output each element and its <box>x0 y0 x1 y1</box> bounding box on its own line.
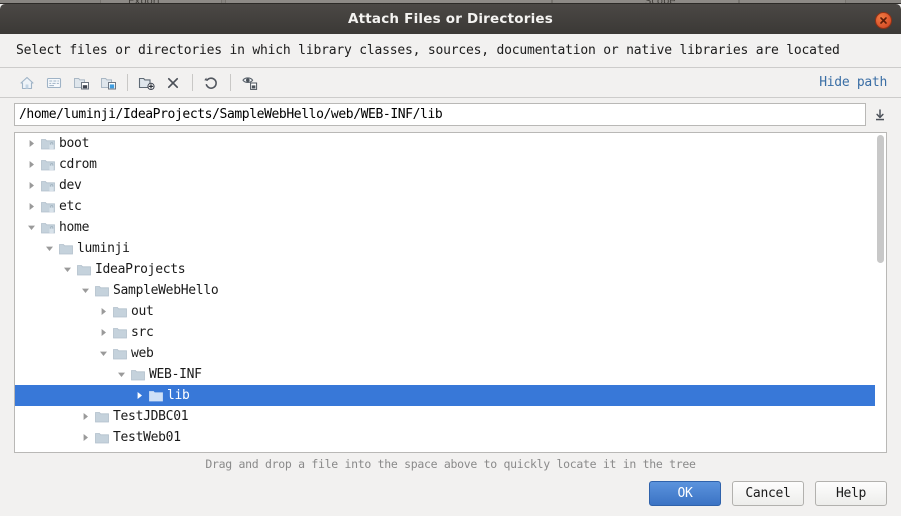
attach-files-dialog: Attach Files or Directories Select files… <box>0 4 901 516</box>
tree-node-label: TestWeb01 <box>113 430 181 445</box>
tree-node-testweb01[interactable]: TestWeb01 <box>15 427 886 448</box>
tree-node-cdrom[interactable]: cdrom <box>15 154 886 175</box>
tree-node-label: web <box>131 346 154 361</box>
module-folder-icon[interactable] <box>95 72 121 94</box>
chevron-right-icon[interactable] <box>59 448 75 452</box>
chevron-right-icon[interactable] <box>23 196 39 217</box>
chevron-right-icon[interactable] <box>95 301 111 322</box>
file-chooser-toolbar: Hide path <box>0 67 901 98</box>
chevron-down-icon[interactable] <box>113 364 129 385</box>
chevron-right-icon[interactable] <box>131 385 147 406</box>
drag-drop-hint-row: Drag and drop a file into the space abov… <box>14 453 887 475</box>
folder-icon <box>93 280 111 301</box>
path-row <box>0 98 901 131</box>
locked-folder-icon <box>39 175 57 196</box>
folder-icon <box>129 364 147 385</box>
tree-node-label: src <box>131 325 154 340</box>
chevron-right-icon[interactable] <box>77 406 93 427</box>
new-folder-icon[interactable] <box>133 72 159 94</box>
tree-node-src[interactable]: src <box>15 322 886 343</box>
chevron-right-icon[interactable] <box>23 154 39 175</box>
chevron-down-icon[interactable] <box>59 259 75 280</box>
dialog-title: Attach Files or Directories <box>347 11 554 27</box>
folder-icon <box>111 322 129 343</box>
folder-icon <box>93 406 111 427</box>
tree-node-dev[interactable]: dev <box>15 175 886 196</box>
cancel-button[interactable]: Cancel <box>732 481 804 506</box>
chevron-right-icon[interactable] <box>77 427 93 448</box>
directory-tree[interactable]: boot cdrom dev etc home luminji IdeaProjects Sa… <box>15 133 886 452</box>
dialog-titlebar: Attach Files or Directories <box>0 4 901 34</box>
folder-icon <box>147 385 165 406</box>
tree-node-label: out <box>131 304 154 319</box>
delete-icon[interactable] <box>160 72 186 94</box>
tree-node-web-inf[interactable]: WEB-INF <box>15 364 886 385</box>
tree-node-label: IdeaProjects <box>95 262 186 277</box>
tree-node-label: cdrom <box>59 157 97 172</box>
ok-button[interactable]: OK <box>649 481 721 506</box>
tree-scrollbar-thumb[interactable] <box>877 135 884 263</box>
refresh-icon[interactable] <box>198 72 224 94</box>
tree-node-label: dev <box>59 178 82 193</box>
locked-folder-icon <box>39 217 57 238</box>
tree-vertical-scrollbar[interactable] <box>875 133 886 452</box>
tree-node-label: TestJDBC01 <box>113 409 189 424</box>
toolbar-separator <box>230 74 231 91</box>
chevron-down-icon[interactable] <box>95 343 111 364</box>
tree-node-testjdbc01[interactable]: TestJDBC01 <box>15 406 886 427</box>
tree-node-etc[interactable]: etc <box>15 196 886 217</box>
tree-node-samplewebhello[interactable]: SampleWebHello <box>15 280 886 301</box>
hide-path-link[interactable]: Hide path <box>819 75 887 90</box>
home-icon[interactable] <box>14 72 40 94</box>
tree-node-label: WEB-INF <box>149 367 202 382</box>
tree-node-boot[interactable]: boot <box>15 133 886 154</box>
directory-tree-panel[interactable]: boot cdrom dev etc home luminji IdeaProjects Sa… <box>14 132 887 453</box>
tree-node-label: SampleWebHello <box>113 283 219 298</box>
chevron-down-icon[interactable] <box>23 217 39 238</box>
help-button[interactable]: Help <box>815 481 887 506</box>
tree-node-lib[interactable]: lib <box>15 385 886 406</box>
locked-folder-icon <box>39 196 57 217</box>
chevron-right-icon[interactable] <box>23 175 39 196</box>
instruction-text: Select files or directories in which lib… <box>0 34 901 67</box>
expand-path-icon[interactable] <box>869 104 891 125</box>
folder-icon <box>75 259 93 280</box>
folder-icon <box>75 448 93 452</box>
chevron-right-icon[interactable] <box>23 133 39 154</box>
desktop-icon[interactable] <box>41 72 67 94</box>
folder-icon <box>93 427 111 448</box>
locked-folder-icon <box>39 133 57 154</box>
tree-node-label: etc <box>59 199 82 214</box>
close-icon[interactable] <box>875 12 892 29</box>
show-hidden-files-icon[interactable] <box>236 72 262 94</box>
chevron-down-icon[interactable] <box>41 238 57 259</box>
tree-node-home[interactable]: home <box>15 217 886 238</box>
drag-drop-hint: Drag and drop a file into the space abov… <box>205 457 696 471</box>
tree-node-javacode[interactable]: javacode <box>15 448 886 452</box>
tree-node-luminji[interactable]: luminji <box>15 238 886 259</box>
tree-node-label: javacode <box>93 451 156 452</box>
tree-node-label: luminji <box>77 241 130 256</box>
locked-folder-icon <box>39 154 57 175</box>
toolbar-separator <box>127 74 128 91</box>
folder-icon <box>111 343 129 364</box>
path-input[interactable] <box>14 103 866 126</box>
tree-node-web[interactable]: web <box>15 343 886 364</box>
tree-node-label: lib <box>167 388 190 403</box>
folder-icon <box>111 301 129 322</box>
tree-node-out[interactable]: out <box>15 301 886 322</box>
chevron-right-icon[interactable] <box>95 322 111 343</box>
toolbar-separator <box>192 74 193 91</box>
tree-node-label: home <box>59 220 90 235</box>
folder-icon <box>57 238 75 259</box>
tree-node-ideaprojects[interactable]: IdeaProjects <box>15 259 886 280</box>
project-folder-icon[interactable] <box>68 72 94 94</box>
tree-node-label: boot <box>59 136 90 151</box>
chevron-down-icon[interactable] <box>77 280 93 301</box>
dialog-button-bar: OK Cancel Help <box>649 481 887 506</box>
